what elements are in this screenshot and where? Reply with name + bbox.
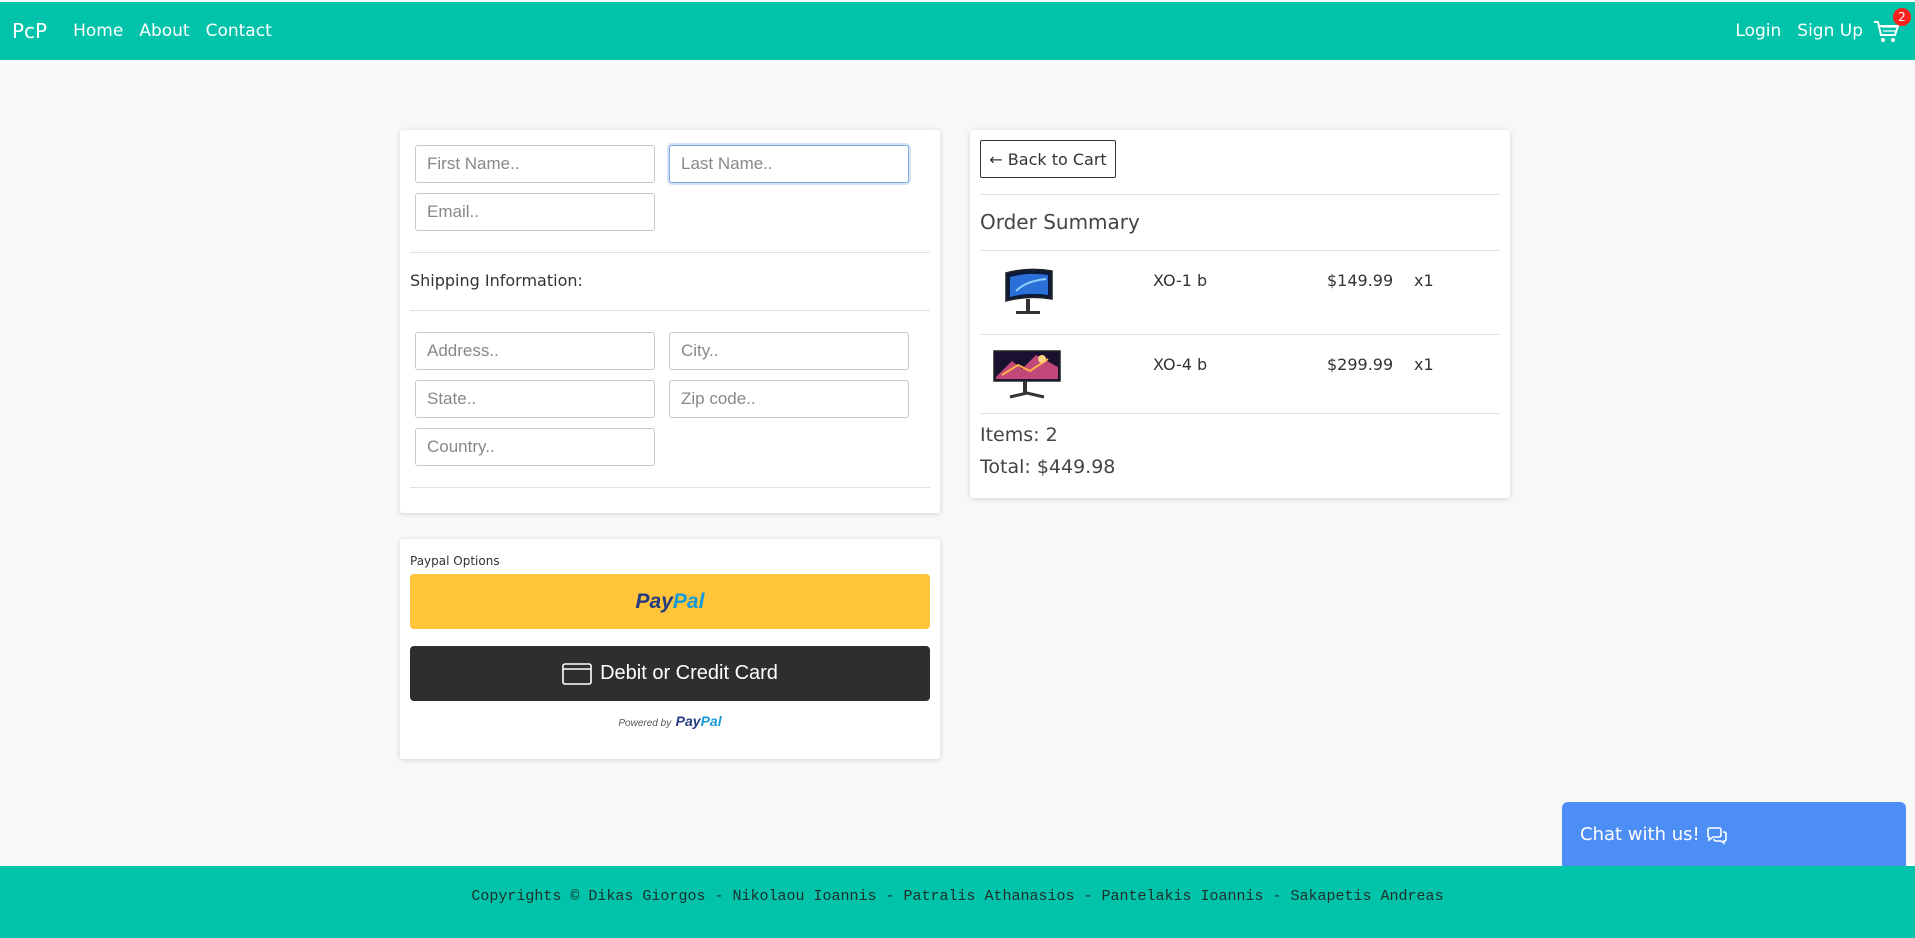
- order-item-row: XO-4 b $299.99 x1: [980, 335, 1500, 413]
- city-input[interactable]: [669, 332, 909, 370]
- first-name-input[interactable]: [415, 145, 655, 183]
- items-count: Items: 2: [980, 424, 1058, 446]
- divider: [410, 487, 930, 488]
- last-name-input[interactable]: [669, 145, 909, 183]
- back-to-cart-button[interactable]: ← Back to Cart: [980, 140, 1116, 178]
- divider: [980, 413, 1500, 414]
- country-input[interactable]: [415, 428, 655, 466]
- item-qty: x1: [1414, 271, 1434, 290]
- item-qty: x1: [1414, 355, 1434, 374]
- footer-copyright: Copyrights © Dikas Giorgos - Nikolaou Io…: [471, 888, 1444, 905]
- chat-widget-button[interactable]: Chat with us!: [1562, 802, 1906, 868]
- paypal-logo-part1: Pay: [635, 589, 673, 613]
- navbar: PcP Home About Contact Login Sign Up 2: [0, 2, 1915, 60]
- brand-logo[interactable]: PcP: [12, 19, 47, 43]
- credit-card-icon: [562, 662, 592, 685]
- item-name: XO-4 b: [1153, 355, 1208, 374]
- zip-input[interactable]: [669, 380, 909, 418]
- divider: [410, 252, 930, 253]
- order-summary-card: ← Back to Cart Order Summary XO-1 b $149…: [970, 130, 1510, 498]
- divider: [410, 310, 930, 311]
- address-input[interactable]: [415, 332, 655, 370]
- order-item-row: XO-1 b $149.99 x1: [980, 251, 1500, 329]
- paypal-options-label: Paypal Options: [410, 554, 500, 568]
- powered-by-text: Powered by: [618, 718, 672, 729]
- powered-logo-part1: Pay: [675, 713, 701, 729]
- item-name: XO-1 b: [1153, 271, 1208, 290]
- chat-label: Chat with us!: [1580, 824, 1700, 845]
- paypal-button[interactable]: Pay Pal: [410, 574, 930, 629]
- nav-contact-link[interactable]: Contact: [206, 21, 272, 41]
- nav-home-link[interactable]: Home: [73, 21, 123, 41]
- cart-count-badge: 2: [1893, 8, 1911, 26]
- powered-by-paypal: Powered by PayPal: [400, 713, 940, 731]
- monitor-image: [993, 350, 1061, 399]
- debit-credit-card-button[interactable]: Debit or Credit Card: [410, 646, 930, 701]
- order-summary-title: Order Summary: [980, 210, 1140, 234]
- item-price: $299.99: [1327, 355, 1394, 374]
- nav-about-link[interactable]: About: [139, 21, 189, 41]
- state-input[interactable]: [415, 380, 655, 418]
- powered-logo-part2: Pal: [700, 713, 722, 729]
- signup-link[interactable]: Sign Up: [1797, 21, 1863, 41]
- paypal-logo-part2: Pal: [672, 589, 705, 613]
- cart-button[interactable]: 2: [1873, 8, 1911, 46]
- item-price: $149.99: [1327, 271, 1394, 290]
- footer: Copyrights © Dikas Giorgos - Nikolaou Io…: [0, 866, 1915, 938]
- monitor-image: [1005, 268, 1053, 314]
- divider: [980, 194, 1500, 195]
- shipping-title: Shipping Information:: [410, 271, 583, 290]
- email-input[interactable]: [415, 193, 655, 231]
- nav-right: Login Sign Up 2: [1719, 8, 1911, 46]
- login-link[interactable]: Login: [1735, 21, 1781, 41]
- order-total: Total: $449.98: [980, 456, 1116, 478]
- payment-card: Paypal Options Pay Pal Debit or Credit Ca…: [400, 539, 940, 759]
- card-button-label: Debit or Credit Card: [600, 662, 778, 684]
- chat-icon: [1706, 827, 1727, 845]
- checkout-form-card: Shipping Information:: [400, 130, 940, 513]
